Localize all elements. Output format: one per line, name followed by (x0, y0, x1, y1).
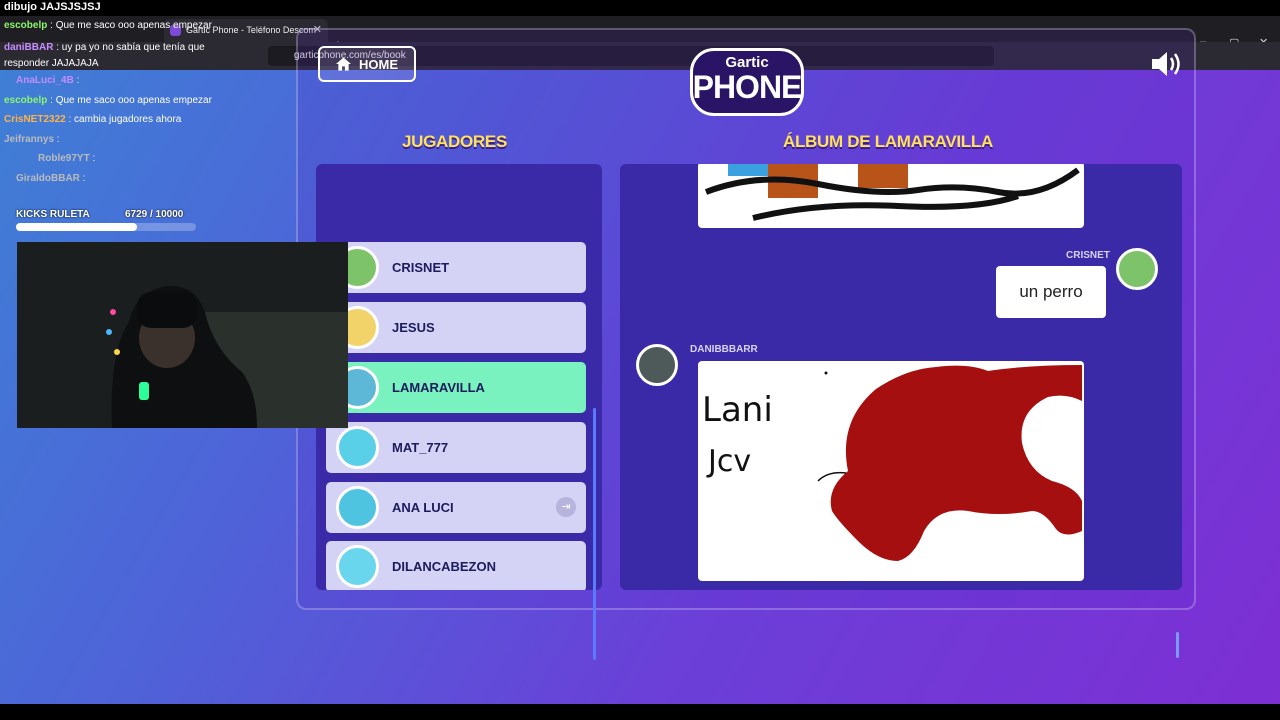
logo-bottom-text: PHONE (692, 69, 803, 105)
players-scrollbar[interactable] (593, 408, 596, 660)
kicks-progress-fill (16, 223, 138, 231)
bottom-bar (0, 704, 1280, 720)
current-drawing: Lani Jcv (698, 361, 1084, 581)
danibbbarr-avatar-icon (636, 344, 678, 386)
drawing-author: DANIBBBARR (690, 344, 758, 355)
player-name: DILANCABEZON (392, 559, 496, 574)
players-heading: JUGADORES (402, 132, 507, 151)
players-list[interactable]: CRISNET JESUS LAMARAVILLA MAT_777 ANA LU… (316, 164, 602, 590)
album-heading: ÁLBUM DE LAMARAVILLA (783, 132, 993, 151)
screen: dibujo JAJSJSJSJ Gartic Phone - Teléfono… (0, 0, 1280, 720)
album-view[interactable]: CRISNET un perro DANIBBBARR Lani Jcv (620, 164, 1182, 590)
webcam-feed (17, 242, 348, 428)
kicks-value: 6729 (125, 209, 148, 220)
chat-message: CrisNET2322 : cambia jugadores ahora (4, 114, 182, 125)
window-title: dibujo JAJSJSJSJ (0, 0, 1280, 16)
player-avatar-icon (336, 486, 379, 529)
player-row-dilancabezon[interactable]: DILANCABEZON (326, 541, 586, 590)
player-row-jesus[interactable]: JESUS (326, 302, 586, 353)
drawing-canvas: Lani Jcv (702, 365, 1082, 561)
player-name: LAMARAVILLA (392, 380, 485, 395)
player-name: JESUS (392, 320, 435, 335)
player-name: MAT_777 (392, 440, 449, 455)
chat-message: daniBBAR : uy pa yo no sabía que tenía q… (4, 42, 205, 69)
gartic-phone-logo: Gartic PHONE (686, 44, 808, 120)
home-label: HOME (359, 56, 398, 72)
guess-author: CRISNET (1066, 250, 1110, 261)
player-row-crisnet[interactable]: CRISNET (326, 242, 586, 293)
svg-text:Jcv: Jcv (706, 444, 751, 479)
player-row-mat-777[interactable]: MAT_777 (326, 422, 586, 473)
kicks-label: KICKS RULETA (16, 209, 90, 220)
home-icon (336, 57, 351, 71)
chat-message: Roble97YT : (38, 153, 96, 164)
album-scrollbar[interactable] (1176, 632, 1179, 658)
crisnet-avatar-icon (1116, 248, 1158, 290)
player-left-icon: ⇥ (556, 497, 576, 517)
sound-icon[interactable] (1150, 50, 1184, 78)
previous-drawing (698, 164, 1084, 228)
player-name: CRISNET (392, 260, 450, 275)
drawing-canvas (704, 164, 1080, 221)
home-button[interactable]: HOME (318, 46, 416, 82)
kicks-progress-bar (16, 223, 196, 231)
player-avatar-icon (336, 426, 379, 469)
chat-message: escobelp : Que me saco ooo apenas empeza… (4, 20, 212, 31)
chat-message: Jeifrannys : (4, 134, 60, 145)
player-row-ana-luci[interactable]: ANA LUCI ⇥ (326, 482, 586, 533)
drawing-scribble: Lani (702, 390, 773, 430)
player-name: ANA LUCI (392, 500, 454, 515)
guess-bubble: un perro (996, 266, 1106, 318)
guess-text: un perro (1019, 282, 1083, 301)
webcam-image (17, 242, 348, 428)
player-avatar-icon (336, 545, 379, 588)
player-row-lamaravilla[interactable]: LAMARAVILLA (326, 362, 586, 413)
chat-message: AnaLuci_4B : (16, 75, 80, 86)
kicks-total: / 10000 (150, 209, 184, 220)
chat-message: GiraldoBBAR : (16, 173, 86, 184)
chat-message: escobelp : Que me saco ooo apenas empeza… (4, 95, 212, 106)
